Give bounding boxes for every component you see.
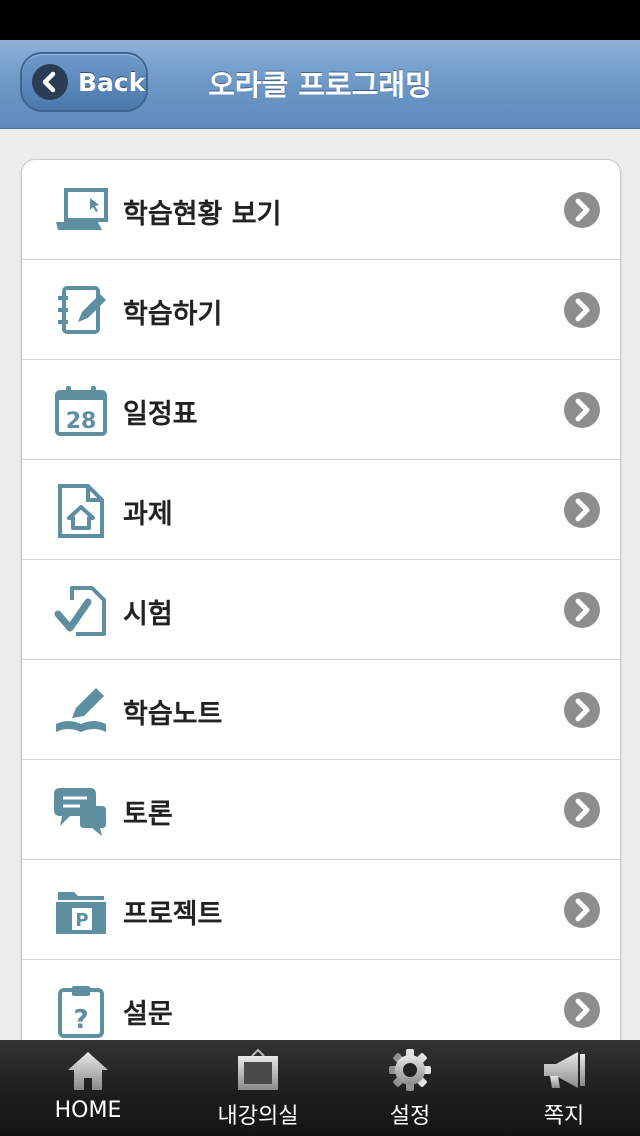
tab-my-classroom[interactable]: 내강의실 bbox=[178, 1040, 338, 1136]
gear-icon bbox=[388, 1048, 432, 1092]
home-document-icon bbox=[54, 484, 108, 538]
status-bar bbox=[0, 0, 640, 40]
classroom-board-icon bbox=[236, 1048, 280, 1092]
megaphone-icon bbox=[542, 1048, 586, 1092]
calendar-icon: 28 bbox=[54, 384, 108, 438]
chevron-right-icon bbox=[564, 892, 600, 928]
menu-item-label: 시험 bbox=[123, 599, 173, 630]
menu-item-progress[interactable]: 학습현황 보기 bbox=[22, 160, 620, 260]
chat-bubbles-icon bbox=[54, 784, 108, 838]
menu-item-label: 학습노트 bbox=[123, 699, 223, 730]
tab-home[interactable]: HOME bbox=[8, 1040, 168, 1136]
menu-item-project[interactable]: P 프로젝트 bbox=[22, 860, 620, 960]
chevron-right-icon bbox=[564, 192, 600, 228]
tab-label: 쪽지 bbox=[543, 1104, 585, 1129]
chevron-right-icon bbox=[564, 792, 600, 828]
menu-item-label: 학습현황 보기 bbox=[123, 199, 282, 230]
menu-item-label: 일정표 bbox=[123, 399, 198, 430]
chevron-right-icon bbox=[564, 292, 600, 328]
tab-label: HOME bbox=[54, 1098, 122, 1123]
tab-messages[interactable]: 쪽지 bbox=[484, 1040, 640, 1136]
back-label: Back bbox=[78, 68, 146, 97]
clipboard-question-icon: ? bbox=[54, 984, 108, 1038]
navigation-bar: Back 오라클 프로그래밍 bbox=[0, 40, 640, 129]
notebook-pencil-icon bbox=[54, 284, 108, 338]
svg-text:P: P bbox=[75, 910, 88, 931]
chevron-right-icon bbox=[564, 392, 600, 428]
menu-item-discussion[interactable]: 토론 bbox=[22, 760, 620, 860]
menu-item-label: 토론 bbox=[123, 799, 173, 830]
svg-text:28: 28 bbox=[66, 409, 97, 434]
menu-item-assignment[interactable]: 과제 bbox=[22, 460, 620, 560]
back-arrow-icon bbox=[32, 64, 68, 100]
chevron-right-icon bbox=[564, 992, 600, 1028]
chevron-right-icon bbox=[564, 692, 600, 728]
menu-list: 학습현황 보기 학습하기 28 일정표 과제 시험 학습노트 토론 P 프로젝트… bbox=[21, 159, 621, 1040]
menu-item-label: 학습하기 bbox=[123, 299, 223, 330]
menu-item-notes[interactable]: 학습노트 bbox=[22, 660, 620, 760]
content-area: 학습현황 보기 학습하기 28 일정표 과제 시험 학습노트 토론 P 프로젝트… bbox=[0, 129, 640, 1040]
test-check-icon bbox=[54, 584, 108, 638]
menu-item-survey[interactable]: ? 설문 bbox=[22, 960, 620, 1040]
svg-text:?: ? bbox=[73, 1005, 88, 1035]
tab-label: 설정 bbox=[389, 1104, 431, 1129]
chevron-right-icon bbox=[564, 492, 600, 528]
home-icon bbox=[66, 1048, 110, 1092]
tab-bar: HOME 내강의실 설정 쪽지 bbox=[0, 1040, 640, 1136]
tab-settings[interactable]: 설정 bbox=[330, 1040, 490, 1136]
back-button[interactable]: Back bbox=[20, 52, 148, 112]
menu-item-label: 설문 bbox=[123, 999, 173, 1030]
chevron-right-icon bbox=[564, 592, 600, 628]
menu-item-label: 과제 bbox=[123, 499, 173, 530]
laptop-icon bbox=[54, 184, 108, 238]
menu-item-exam[interactable]: 시험 bbox=[22, 560, 620, 660]
tab-label: 내강의실 bbox=[217, 1104, 299, 1129]
menu-item-label: 프로젝트 bbox=[123, 899, 223, 930]
project-folder-icon: P bbox=[54, 884, 108, 938]
menu-item-study[interactable]: 학습하기 bbox=[22, 260, 620, 360]
book-pen-icon bbox=[54, 684, 108, 738]
page-title: 오라클 프로그래밍 bbox=[208, 68, 432, 102]
menu-item-schedule[interactable]: 28 일정표 bbox=[22, 360, 620, 460]
